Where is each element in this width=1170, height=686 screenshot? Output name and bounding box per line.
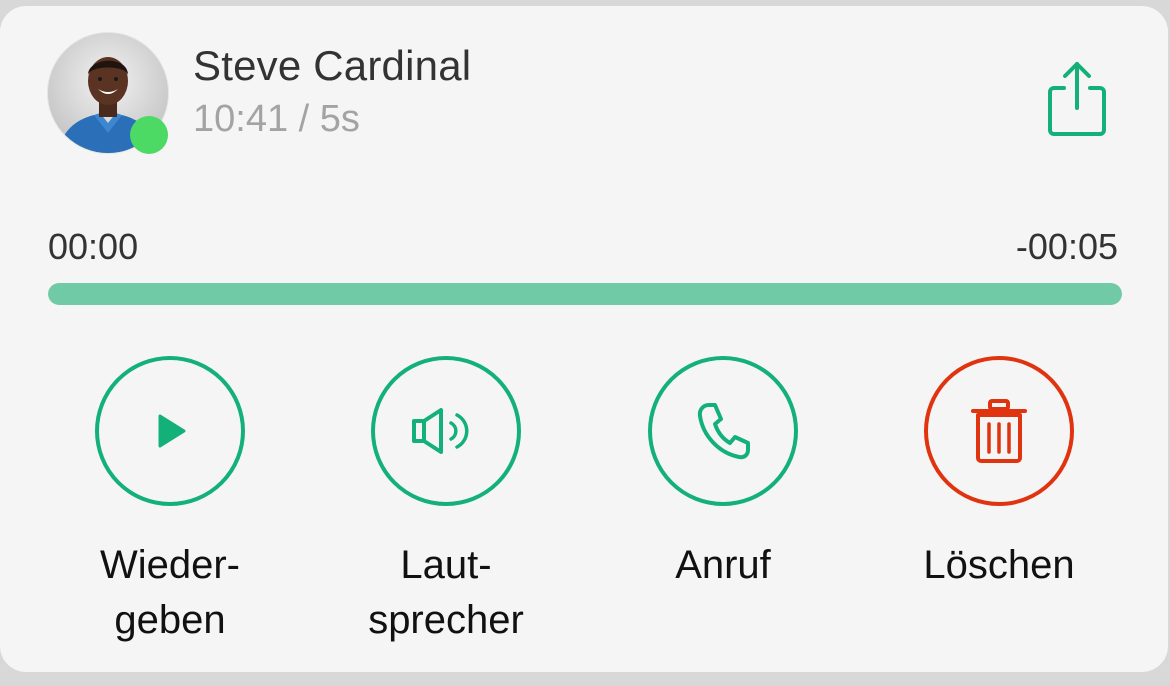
share-button[interactable]: [1042, 58, 1112, 138]
delete-button-circle: [924, 356, 1074, 506]
play-button[interactable]: Wieder- geben: [50, 356, 290, 648]
call-button[interactable]: Anruf: [603, 356, 843, 593]
share-icon: [1048, 62, 1106, 136]
phone-icon: [697, 403, 750, 460]
speaker-button-label: Laut- sprecher: [368, 543, 524, 642]
delete-button[interactable]: Löschen: [879, 356, 1119, 593]
call-button-label: Anruf: [675, 543, 771, 587]
contact-avatar[interactable]: [47, 32, 169, 154]
remaining-time: -00:05: [1015, 226, 1118, 267]
call-button-circle: [648, 356, 798, 506]
action-row: Wieder- geben Laut- sprecher Anruf Lösch…: [0, 356, 1170, 656]
play-icon: [158, 414, 186, 448]
delete-button-label: Löschen: [923, 543, 1075, 587]
speaker-button-circle: [371, 356, 521, 506]
contact-name: Steve Cardinal: [193, 42, 472, 89]
playback-progress-bar[interactable]: [48, 283, 1122, 305]
online-status-dot: [130, 116, 168, 154]
call-time-duration: 10:41 / 5s: [193, 98, 360, 140]
playback-progress-fill: [48, 283, 1122, 305]
speaker-button[interactable]: Laut- sprecher: [326, 356, 566, 648]
trash-icon: [971, 399, 1027, 463]
elapsed-time: 00:00: [48, 226, 139, 267]
play-button-label: Wieder- geben: [99, 543, 241, 642]
play-button-circle: [95, 356, 245, 506]
voicemail-card: Steve Cardinal 10:41 / 5s 00:00 -00:05 W…: [0, 6, 1168, 672]
speaker-icon: [412, 408, 469, 454]
